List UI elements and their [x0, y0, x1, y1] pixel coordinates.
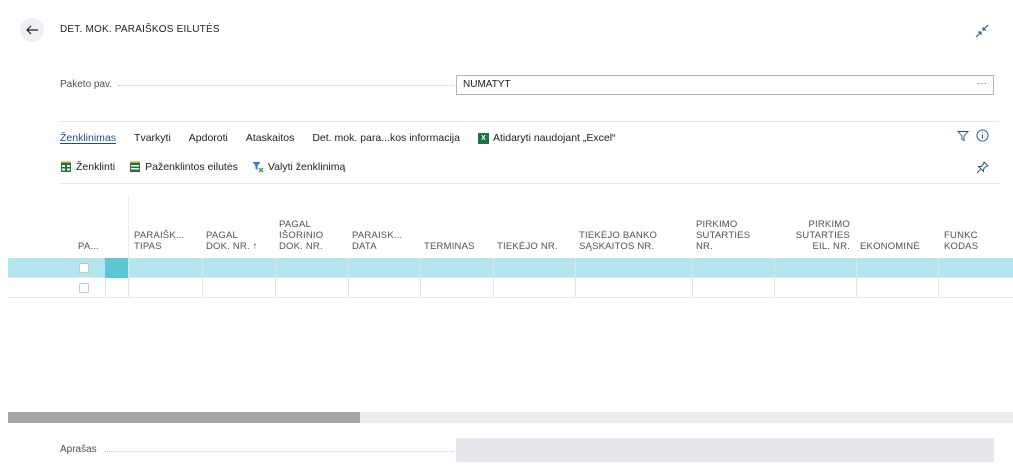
column-header-doc-no[interactable]: PAGAL DOK. NR. ↑	[202, 196, 275, 258]
collapse-icon[interactable]	[975, 24, 989, 38]
cell-separator	[938, 278, 939, 297]
package-name-input[interactable]: NUMATYT ···	[456, 75, 994, 95]
mark-button[interactable]: Ženklinti	[60, 161, 115, 173]
column-header-label: TIEKĖJO BANKO SĄSKAITOS NR.	[579, 230, 658, 252]
cell-separator	[774, 258, 775, 277]
package-name-label: Paketo pav.	[60, 79, 113, 90]
cell-separator	[348, 278, 349, 297]
column-header-economic[interactable]: EKONOMINĖ	[856, 196, 938, 258]
action-menu-bar: Ženklinimas Tvarkyti Apdoroti Ataskaitos…	[60, 130, 634, 146]
marked-lines-icon	[130, 161, 141, 172]
pin-icon[interactable]	[976, 161, 989, 174]
lines-grid: PA... PARAIŠK... TIPAS PAGAL DOK. NR. ↑ PA…	[8, 196, 1013, 298]
cell-separator	[128, 258, 129, 277]
cell-separator	[692, 258, 693, 277]
column-header-function-code[interactable]: FUNKC KODAS	[938, 196, 1013, 258]
table-row[interactable]	[8, 258, 1013, 278]
row-select-checkbox[interactable]	[79, 263, 89, 273]
back-button[interactable]	[20, 18, 44, 42]
mark-icon	[61, 161, 71, 172]
active-cell-indicator	[105, 258, 128, 278]
cell-separator	[938, 258, 939, 277]
column-header-label: PIRKIMO SUTARTIES NR.	[696, 219, 751, 252]
package-name-field-row: Paketo pav. NUMATYT ···	[60, 75, 994, 95]
cell-separator	[856, 278, 857, 297]
menu-item-zenklinimas[interactable]: Ženklinimas	[60, 132, 116, 144]
column-header-vendor-bank-account[interactable]: TIEKĖJO BANKO SĄSKAITOS NR.	[575, 196, 692, 258]
cell-separator	[493, 278, 494, 297]
column-header-label: PARAIŠK... TIPAS	[134, 230, 185, 252]
divider	[60, 121, 999, 122]
cell-separator	[202, 258, 203, 277]
cell-separator	[202, 278, 203, 297]
grid-header: PA... PARAIŠK... TIPAS PAGAL DOK. NR. ↑ PA…	[8, 196, 1013, 258]
info-icon[interactable]	[976, 129, 989, 142]
column-header-purchase-contract-line-no[interactable]: PIRKIMO SUTARTIES EIL. NR.	[774, 196, 856, 258]
column-header-external-doc-no[interactable]: PAGAL IŠORINIO DOK. NR.	[275, 196, 348, 258]
menu-item-det-mok-info[interactable]: Det. mok. para...kos informacija	[312, 132, 460, 144]
divider	[60, 183, 999, 184]
cell-separator	[774, 278, 775, 297]
cell-separator	[105, 278, 106, 297]
menu-item-ataskaitos[interactable]: Ataskaitos	[246, 132, 294, 144]
description-input[interactable]	[456, 438, 994, 462]
cell-separator	[275, 258, 276, 277]
filter-icon[interactable]	[957, 130, 969, 142]
description-label: Aprašas	[60, 444, 97, 455]
marked-lines-label: Paženklintos eilutės	[145, 161, 238, 173]
marked-lines-button[interactable]: Paženklintos eilutės	[129, 161, 238, 173]
column-header-due-date[interactable]: TERMINAS	[420, 196, 493, 258]
column-header-vendor-no[interactable]: TIEKĖJO NR.	[493, 196, 575, 258]
table-row[interactable]	[8, 278, 1013, 298]
arrow-left-icon	[26, 25, 38, 35]
cell-separator	[575, 258, 576, 277]
cell-separator	[128, 278, 129, 297]
clear-filter-icon	[252, 162, 264, 173]
cell-separator	[493, 258, 494, 277]
cell-separator	[420, 258, 421, 277]
menu-item-open-in-excel[interactable]: X Atidaryti naudojant „Excel“	[477, 132, 616, 144]
clear-marking-label: Valyti ženklinimą	[267, 161, 346, 173]
cell-separator	[856, 258, 857, 277]
scrollbar-thumb[interactable]	[8, 412, 360, 423]
column-header-request-date[interactable]: PARAISK... DATA	[348, 196, 420, 258]
field-leader-dots	[118, 85, 454, 86]
open-in-excel-label: Atidaryti naudojant „Excel“	[492, 132, 616, 144]
column-header-label: PAGAL DOK. NR. ↑	[206, 230, 258, 252]
column-header-pa[interactable]: PA...	[8, 196, 128, 258]
page-title: DET. MOK. PARAIŠKOS EILUTĖS	[60, 24, 220, 35]
cell-separator	[692, 278, 693, 297]
column-header-request-type[interactable]: PARAIŠK... TIPAS	[128, 196, 202, 258]
lookup-ellipsis-button[interactable]: ···	[977, 78, 987, 89]
column-header-label: EKONOMINĖ	[860, 241, 920, 252]
cell-separator	[348, 258, 349, 277]
column-header-label: PARAISK... DATA	[352, 230, 403, 252]
cell-separator	[420, 278, 421, 297]
package-name-value: NUMATYT	[463, 79, 511, 90]
cell-separator	[275, 278, 276, 297]
marking-action-bar: Ženklinti Paženklintos eilutės Valyti že…	[60, 159, 359, 175]
column-separator	[128, 196, 129, 258]
mark-label: Ženklinti	[76, 161, 116, 173]
column-header-purchase-contract-no[interactable]: PIRKIMO SUTARTIES NR.	[692, 196, 774, 258]
column-header-label: FUNKC KODAS	[944, 230, 979, 252]
excel-icon: X	[477, 132, 489, 144]
description-field-row: Aprašas	[60, 438, 994, 462]
cell-separator	[575, 278, 576, 297]
column-header-label: TIEKĖJO NR.	[497, 241, 558, 252]
column-header-label: PIRKIMO SUTARTIES EIL. NR.	[795, 219, 850, 252]
row-select-checkbox[interactable]	[79, 283, 89, 293]
column-header-label: TERMINAS	[424, 241, 475, 252]
menu-item-tvarkyti[interactable]: Tvarkyti	[134, 132, 171, 144]
horizontal-scrollbar[interactable]	[8, 412, 1013, 423]
menu-item-apdoroti[interactable]: Apdoroti	[189, 132, 228, 144]
clear-marking-button[interactable]: Valyti ženklinimą	[252, 161, 345, 173]
column-header-label: PA...	[78, 241, 99, 252]
column-header-label: PAGAL IŠORINIO DOK. NR.	[279, 219, 324, 252]
field-leader-dots	[104, 451, 454, 452]
